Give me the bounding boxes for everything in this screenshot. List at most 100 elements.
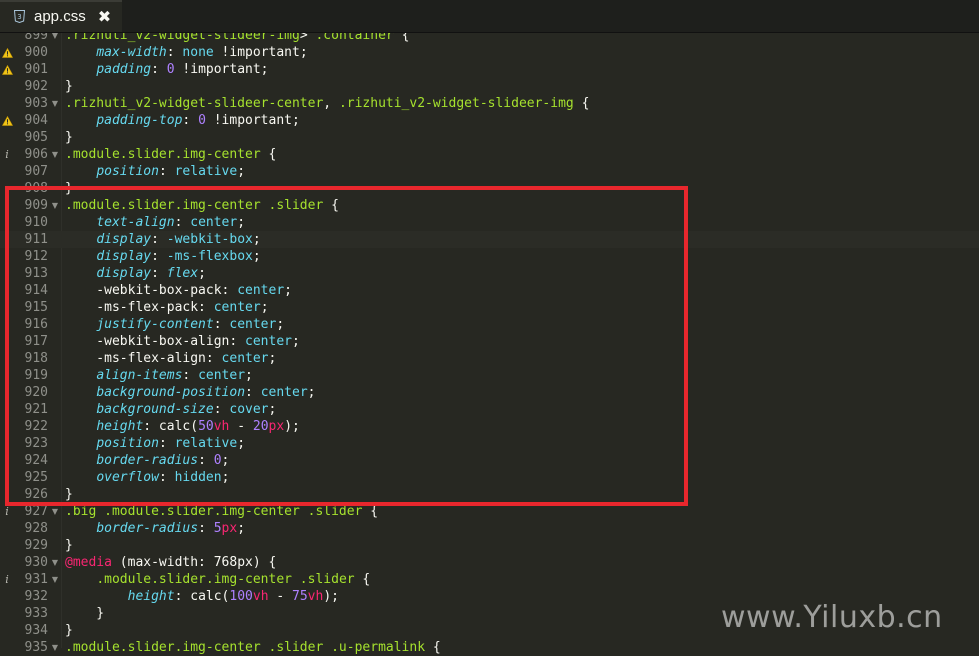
code-line[interactable]: 928 border-radius: 5px; <box>0 520 979 537</box>
fold-arrow-icon[interactable]: ▼ <box>50 554 60 571</box>
fold-arrow-icon[interactable]: ▼ <box>50 197 60 214</box>
code-line[interactable]: 926} <box>0 486 979 503</box>
code-text[interactable]: border-radius: 5px; <box>65 520 245 537</box>
fold-arrow-icon[interactable]: ▼ <box>50 503 60 520</box>
code-text[interactable]: display: -webkit-box; <box>65 231 260 248</box>
code-text[interactable]: height: calc(100vh - 75vh); <box>65 588 339 605</box>
code-text[interactable]: -ms-flex-pack: center; <box>65 299 268 316</box>
code-text[interactable]: max-width: none !important; <box>65 44 307 61</box>
code-text[interactable]: } <box>65 605 104 622</box>
code-token: .module.slider.img-center .slider <box>65 198 324 213</box>
code-text[interactable]: border-radius: 0; <box>65 452 229 469</box>
code-text[interactable]: padding: 0 !important; <box>65 61 268 78</box>
code-line[interactable]: 929} <box>0 537 979 554</box>
code-text[interactable]: } <box>65 180 73 197</box>
code-token: -webkit-box-align: <box>65 334 246 349</box>
code-text[interactable]: .module.slider.img-center { <box>65 146 276 163</box>
code-line[interactable]: 901 padding: 0 !important; <box>0 61 979 78</box>
code-line[interactable]: 912 display: -ms-flexbox; <box>0 248 979 265</box>
code-line[interactable]: 900 max-width: none !important; <box>0 44 979 61</box>
code-line[interactable]: 913 display: flex; <box>0 265 979 282</box>
code-line[interactable]: 903 ▼ .rizhuti_v2-widget-slideer-center, .… <box>0 95 979 112</box>
tab-app-css[interactable]: 3 app.css ✖ <box>0 0 122 32</box>
warning-icon[interactable] <box>0 61 14 78</box>
code-line[interactable]: 925 overflow: hidden; <box>0 469 979 486</box>
code-text[interactable]: padding-top: 0 !important; <box>65 112 300 129</box>
code-line[interactable]: 904 padding-top: 0 !important; <box>0 112 979 129</box>
warning-icon[interactable] <box>0 112 14 129</box>
info-icon[interactable]: i <box>0 571 14 588</box>
code-line[interactable]: 920 background-position: center; <box>0 384 979 401</box>
code-text[interactable]: position: relative; <box>65 435 245 452</box>
tab-bar: 3 app.css ✖ <box>0 0 979 33</box>
code-editor[interactable]: 899 ▼ .rizhuti_v2-widget-slideer-img> .con… <box>0 27 979 655</box>
code-line[interactable]: 907 position: relative; <box>0 163 979 180</box>
code-token: display <box>96 266 152 281</box>
code-text[interactable]: .big .module.slider.img-center .slider { <box>65 503 378 520</box>
code-text[interactable]: -webkit-box-align: center; <box>65 333 300 350</box>
code-text[interactable]: -ms-flex-align: center; <box>65 350 276 367</box>
code-text[interactable]: text-align: center; <box>65 214 245 231</box>
code-line[interactable]: 905} <box>0 129 979 146</box>
code-line[interactable]: i 931 ▼ .module.slider.img-center .slider … <box>0 571 979 588</box>
code-line[interactable]: 922 height: calc(50vh - 20px); <box>0 418 979 435</box>
fold-arrow-icon[interactable]: ▼ <box>50 571 60 588</box>
code-text[interactable]: } <box>65 537 73 554</box>
code-line[interactable]: 930 ▼ @media (max-width: 768px) { <box>0 554 979 571</box>
code-text[interactable]: .rizhuti_v2-widget-slideer-center, .rizh… <box>65 95 589 112</box>
code-token: align-items <box>96 368 183 383</box>
code-text[interactable]: align-items: center; <box>65 367 253 384</box>
code-token: ; <box>237 521 246 536</box>
fold-arrow-icon[interactable]: ▼ <box>50 146 60 163</box>
code-line[interactable]: 914 -webkit-box-pack: center; <box>0 282 979 299</box>
code-token: ; <box>221 453 230 468</box>
line-number: 919 <box>24 368 48 383</box>
code-line[interactable]: 918 -ms-flex-align: center; <box>0 350 979 367</box>
info-icon[interactable]: i <box>0 503 14 520</box>
code-line[interactable]: i 906 ▼ .module.slider.img-center { <box>0 146 979 163</box>
code-text[interactable]: height: calc(50vh - 20px); <box>65 418 300 435</box>
code-text[interactable]: } <box>65 622 73 639</box>
code-text[interactable]: background-position: center; <box>65 384 315 401</box>
fold-arrow-icon[interactable]: ▼ <box>50 95 60 112</box>
code-text[interactable]: background-size: cover; <box>65 401 276 418</box>
code-text[interactable]: .module.slider.img-center .slider { <box>65 571 370 588</box>
code-token: (max-width: 768px) { <box>111 555 277 570</box>
code-line[interactable]: 908} <box>0 180 979 197</box>
code-text[interactable]: overflow: hidden; <box>65 469 229 486</box>
code-line[interactable]: 909 ▼ .module.slider.img-center .slider { <box>0 197 979 214</box>
code-line[interactable]: i 927 ▼ .big .module.slider.img-center .sli… <box>0 503 979 520</box>
code-token: : <box>151 266 167 281</box>
watermark: www.Yiluxb.cn <box>721 600 943 635</box>
code-text[interactable]: -webkit-box-pack: center; <box>65 282 292 299</box>
code-line[interactable]: 902} <box>0 78 979 95</box>
code-text[interactable]: position: relative; <box>65 163 245 180</box>
code-text[interactable]: justify-content: center; <box>65 316 284 333</box>
code-line[interactable]: 911 display: -webkit-box; <box>0 231 979 248</box>
code-text[interactable]: @media (max-width: 768px) { <box>65 554 276 571</box>
code-text[interactable]: } <box>65 129 73 146</box>
code-token: height <box>127 589 175 604</box>
code-token: padding <box>96 62 152 77</box>
code-line[interactable]: 910 text-align: center; <box>0 214 979 231</box>
code-token: : <box>151 62 167 77</box>
code-text[interactable]: } <box>65 486 73 503</box>
code-text[interactable]: display: flex; <box>65 265 206 282</box>
close-icon[interactable]: ✖ <box>98 7 111 26</box>
info-icon[interactable]: i <box>0 146 14 163</box>
code-line[interactable]: 919 align-items: center; <box>0 367 979 384</box>
code-text[interactable]: .module.slider.img-center .slider { <box>65 197 339 214</box>
warning-icon[interactable] <box>0 44 14 61</box>
code-text[interactable]: } <box>65 78 73 95</box>
code-line[interactable]: 915 -ms-flex-pack: center; <box>0 299 979 316</box>
code-line[interactable]: 921 background-size: cover; <box>0 401 979 418</box>
code-text[interactable]: display: -ms-flexbox; <box>65 248 260 265</box>
code-line[interactable]: 916 justify-content: center; <box>0 316 979 333</box>
code-line[interactable]: 924 border-radius: 0; <box>0 452 979 469</box>
code-line[interactable]: 917 -webkit-box-align: center; <box>0 333 979 350</box>
code-line[interactable]: 923 position: relative; <box>0 435 979 452</box>
code-lines[interactable]: 899 ▼ .rizhuti_v2-widget-slideer-img> .con… <box>0 27 979 656</box>
